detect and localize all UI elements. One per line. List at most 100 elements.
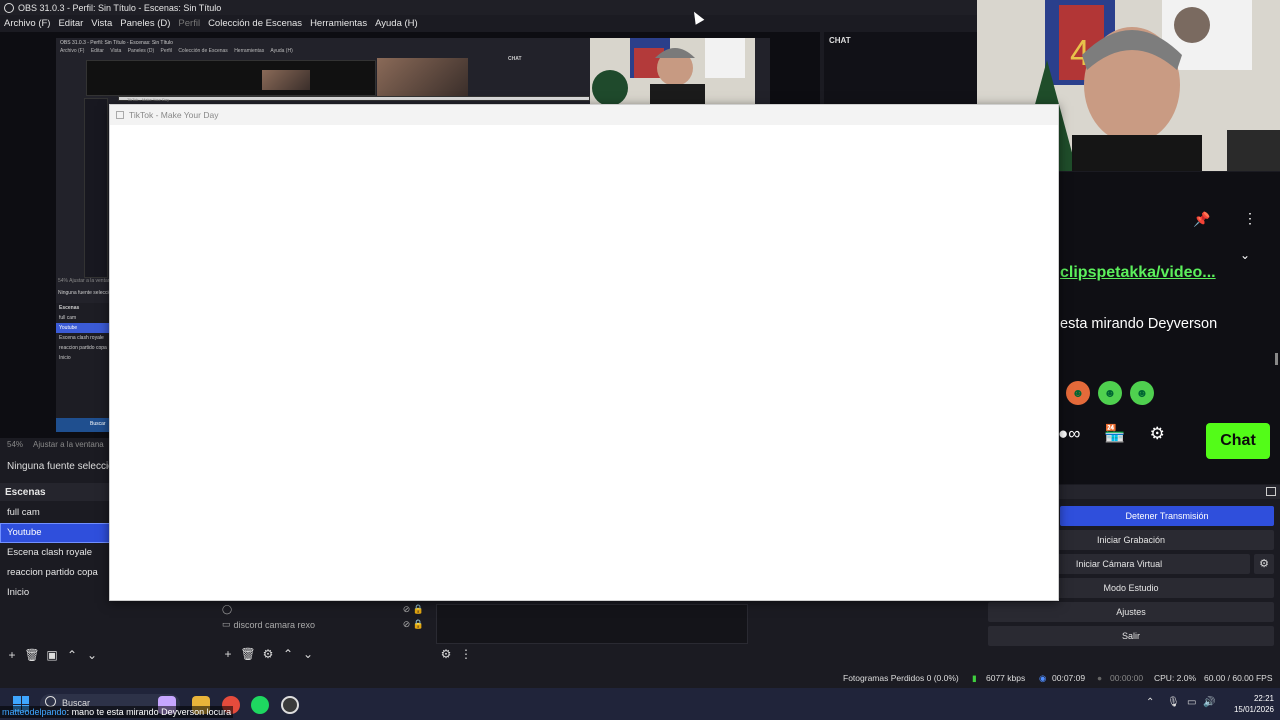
nested-menu: Archivo (F) Editar Vista Paneles (D) Per…: [60, 48, 293, 54]
source-label: discord camara rexo: [233, 619, 316, 630]
record-time: 00:00:00: [1110, 673, 1144, 683]
ticker-text: : mano te esta mirando Deyverson locura: [66, 707, 232, 717]
source-icon: ◯: [222, 603, 233, 614]
lock-icon[interactable]: ⊘ 🔒: [403, 619, 424, 630]
scene-item-clash-royale[interactable]: Escena clash royale: [0, 543, 110, 563]
nested-taskbar: Buscar: [56, 418, 110, 432]
source-toolbar: + 🗑 ⚙ ⌃ ⌄: [220, 646, 316, 662]
window-capture-icon: ▭: [222, 619, 231, 629]
source-row-discord[interactable]: ▭ discord camara rexo ⊘ 🔒: [216, 616, 430, 633]
obs-taskbar-icon[interactable]: [281, 696, 299, 714]
remove-scene-icon[interactable]: 🗑: [24, 647, 40, 663]
visibility-icon[interactable]: ⊘ 🔒: [403, 604, 424, 615]
remove-source-icon[interactable]: 🗑: [240, 646, 256, 662]
store-icon[interactable]: 🏪: [1104, 424, 1125, 444]
tiktok-window[interactable]: TikTok - Make Your Day: [109, 104, 1059, 601]
source-up-icon[interactable]: ⌃: [280, 646, 296, 662]
tiktok-title: TikTok - Make Your Day: [129, 110, 219, 120]
scenes-dock-title: Escenas: [0, 483, 110, 501]
mixer-menu-icon[interactable]: ⋮: [458, 646, 474, 662]
spotify-icon[interactable]: [251, 696, 269, 714]
no-source-label: Ninguna fuente seleccionada: [0, 455, 110, 479]
undock-icon[interactable]: [1266, 487, 1276, 496]
scene-item-youtube[interactable]: Youtube: [0, 523, 110, 543]
move-down-icon[interactable]: ⌄: [84, 647, 100, 663]
virtual-cam-gear-icon[interactable]: ⚙: [1254, 554, 1274, 574]
source-down-icon[interactable]: ⌄: [300, 646, 316, 662]
mic-icon[interactable]: 🎙: [1167, 697, 1180, 708]
scene-item-full-cam[interactable]: full cam: [0, 503, 110, 523]
gear-icon[interactable]: ⚙: [1150, 424, 1165, 444]
chat-preview-label: CHAT: [829, 36, 851, 45]
mixer-toolbar: ⚙ ⋮: [438, 646, 474, 662]
chat-send-button[interactable]: Chat: [1206, 423, 1270, 459]
more-options-icon[interactable]: ⋮: [1243, 210, 1257, 227]
chat-preview-small: CHAT: [824, 32, 977, 104]
nested-left-strip: [84, 98, 108, 278]
window-title: OBS 31.0.3 - Perfil: Sin Título - Escena…: [18, 2, 222, 13]
bitrate: 6077 kbps: [986, 673, 1026, 683]
menu-ayuda[interactable]: Ayuda (H): [375, 18, 418, 29]
preview-zoom-row: 54% Ajustar a la ventana: [0, 438, 110, 450]
stream-icon: ◉: [1039, 673, 1047, 683]
emote-icon[interactable]: ☻: [1066, 381, 1090, 405]
add-source-icon[interactable]: +: [220, 646, 236, 662]
source-row-hidden[interactable]: ◯ ⊘ 🔒: [216, 602, 430, 616]
stream-time: 00:07:09: [1052, 673, 1086, 683]
volume-icon[interactable]: 🔊: [1203, 697, 1215, 708]
scene-item-inicio[interactable]: Inicio: [0, 583, 110, 603]
status-bar: Fotogramas Perdidos 0 (0.0%) ▮ 6077 kbps…: [0, 669, 1280, 687]
tray-chevron-icon[interactable]: ⌃: [1146, 697, 1154, 708]
webcam-person-icon: [590, 38, 755, 104]
menu-archivo[interactable]: Archivo (F): [4, 18, 50, 29]
scrollbar-thumb[interactable]: [1275, 353, 1278, 365]
menu-paneles[interactable]: Paneles (D): [120, 18, 170, 29]
controls-dock-header: [1058, 485, 1280, 499]
menu-perfil: Perfil: [178, 17, 201, 29]
stop-stream-button[interactable]: Detener Transmisión: [1060, 506, 1274, 526]
source-settings-icon[interactable]: ⚙: [260, 646, 276, 662]
mixer-settings-icon[interactable]: ⚙: [438, 646, 454, 662]
record-icon: ●: [1097, 673, 1103, 683]
nested-webcam-thumb: [377, 58, 468, 96]
move-up-icon[interactable]: ⌃: [64, 647, 80, 663]
cpu-usage: CPU: 2.0%: [1154, 673, 1197, 683]
chat-message: esta mirando Deyverson: [1060, 316, 1218, 332]
sources-list: ◯ ⊘ 🔒 ▭ discord camara rexo ⊘ 🔒: [216, 602, 430, 640]
menu-vista[interactable]: Vista: [91, 18, 112, 29]
zoom-level[interactable]: 54%: [7, 440, 23, 449]
nested-zoom: 54% Ajustar a la ventana: [58, 278, 114, 284]
menu-herramientas[interactable]: Herramientas: [310, 18, 367, 29]
menu-editar[interactable]: Editar: [58, 18, 83, 29]
nested-title: OBS 31.0.3 - Perfil: Sin Título - Escena…: [60, 40, 173, 46]
pinned-link[interactable]: clipspetakka/video...: [1060, 264, 1216, 282]
audio-mixer: [436, 604, 748, 644]
fps: 60.00 / 60.00 FPS: [1204, 673, 1273, 683]
taskbar-clock[interactable]: 22:21 15/01/2026: [1232, 693, 1274, 715]
emote-icon[interactable]: ☻: [1098, 381, 1122, 405]
scene-item-reaccion-partido[interactable]: reaccion partido copa: [0, 563, 110, 583]
app-window-icon: [116, 111, 124, 119]
scene-toolbar: + 🗑 ▣ ⌃ ⌄: [4, 646, 100, 664]
emote-icon[interactable]: ☻: [1130, 381, 1154, 405]
settings-button[interactable]: Ajustes: [988, 602, 1274, 622]
clock-date: 15/01/2026: [1233, 705, 1274, 714]
chat-action-bar: ●∞ 🏪 ⚙: [1058, 424, 1189, 444]
obs-logo-icon: [4, 2, 14, 13]
nested-scenes: Escenas full cam Youtube Escena clash ro…: [56, 303, 110, 423]
nested-tiktok-bar: TikTok - Make Your Day: [118, 96, 590, 102]
tiktok-title-bar[interactable]: TikTok - Make Your Day: [110, 105, 1058, 125]
chevron-down-icon[interactable]: ⌄: [1240, 248, 1250, 262]
add-scene-icon[interactable]: +: [4, 647, 20, 663]
fit-window-label[interactable]: Ajustar a la ventana: [33, 440, 104, 449]
infinity-icon[interactable]: ●∞: [1058, 424, 1080, 444]
signal-icon: ▮: [972, 673, 977, 683]
network-icon[interactable]: ▭: [1187, 697, 1196, 708]
nested-chat-label: CHAT: [508, 56, 522, 62]
scene-filters-icon[interactable]: ▣: [44, 647, 60, 663]
menu-coleccion-escenas[interactable]: Colección de Escenas: [208, 18, 302, 29]
pin-icon[interactable]: 📌: [1193, 211, 1210, 228]
ticker-user: matteodelpando: [2, 707, 67, 717]
exit-button[interactable]: Salir: [988, 626, 1274, 646]
nested-preview-box: [86, 60, 376, 96]
